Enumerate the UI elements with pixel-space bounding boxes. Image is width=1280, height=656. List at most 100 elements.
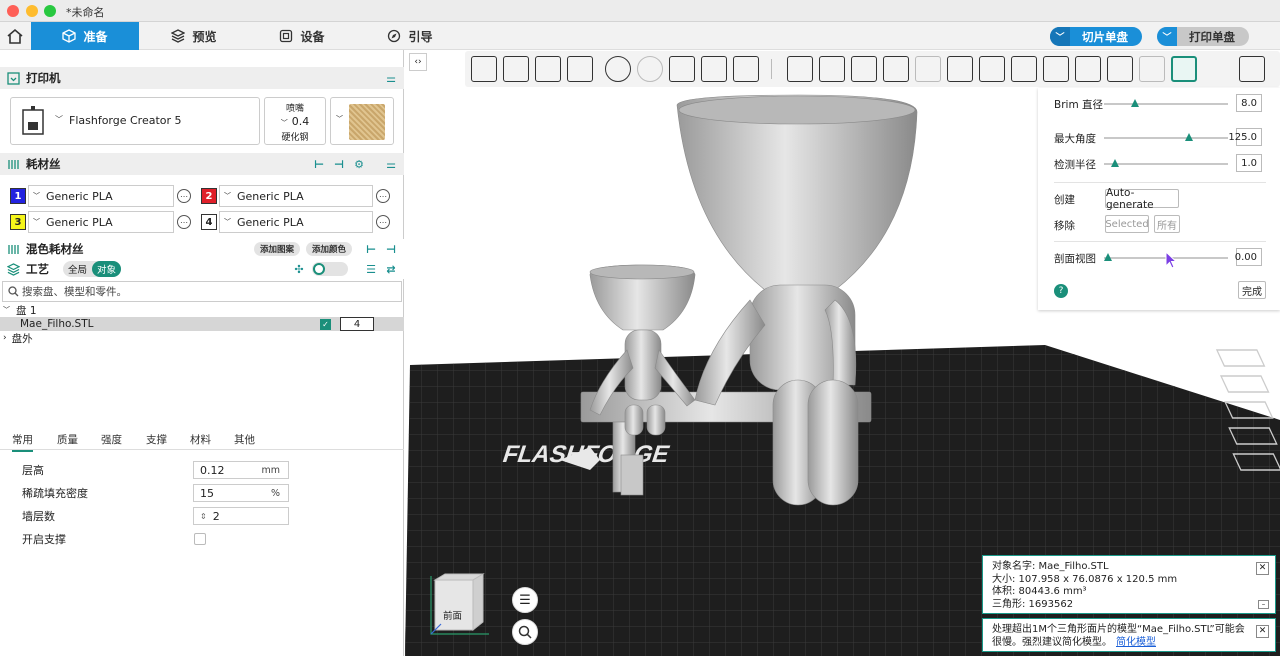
slider-thumb[interactable] xyxy=(1130,99,1139,107)
collapse-icon[interactable]: – xyxy=(1258,600,1269,609)
home-icon[interactable] xyxy=(4,26,26,46)
global-object-toggle[interactable]: 全局 对象 xyxy=(63,261,122,277)
edit-filament-icon[interactable]: ⚙ xyxy=(352,157,366,171)
fuzzy-skin-icon[interactable] xyxy=(1011,56,1037,82)
add-pattern-button[interactable]: 添加图案 xyxy=(253,242,300,256)
tree-object-row[interactable]: Mae_Filho.STL ✓ 4 xyxy=(0,317,404,331)
wall-loops-input[interactable]: ⇕ 2 xyxy=(193,507,289,525)
layers-editing-icon[interactable] xyxy=(733,56,759,82)
list-icon[interactable]: ☰ xyxy=(364,262,378,276)
move-icon[interactable] xyxy=(787,56,813,82)
stepper-icon[interactable]: ⇕ xyxy=(200,512,207,521)
support-paint-icon[interactable] xyxy=(947,56,973,82)
brim-diameter-slider[interactable] xyxy=(1104,99,1228,107)
more-options-icon[interactable]: ⋯ xyxy=(376,189,390,203)
view-cube[interactable]: 前面 xyxy=(430,573,489,635)
zoom-window-button[interactable] xyxy=(44,5,56,17)
assembly-icon[interactable] xyxy=(1139,56,1165,82)
section-view-value[interactable]: 0.00 xyxy=(1235,248,1262,266)
nozzle-selector[interactable]: 喷嘴 ﹀ 0.4 硬化钢 xyxy=(264,97,326,145)
close-icon[interactable]: ✕ xyxy=(1256,562,1269,575)
remove-mixed-icon[interactable]: ⊢ xyxy=(364,242,378,256)
max-angle-value[interactable]: 125.0 xyxy=(1228,128,1262,146)
3d-viewport[interactable]: FLASHFORGE xyxy=(405,50,1280,656)
remove-all-button[interactable]: 所有 xyxy=(1154,215,1180,233)
filament-number-3[interactable]: 3 xyxy=(10,214,26,230)
chevron-down-icon[interactable]: ﹀ xyxy=(1157,27,1177,46)
lay-on-face-icon[interactable] xyxy=(883,56,909,82)
tab-device[interactable]: 设备 xyxy=(248,22,356,50)
slider-thumb[interactable] xyxy=(1185,133,1194,141)
tree-outside-row[interactable]: › 盘外 xyxy=(3,331,33,345)
tree-plate-row[interactable]: ﹀ 盘 1 xyxy=(3,303,37,317)
filament-number-2[interactable]: 2 xyxy=(201,188,217,204)
global-option[interactable]: 全局 xyxy=(63,261,92,277)
text-tool-icon[interactable] xyxy=(1075,56,1101,82)
add-mixed-icon[interactable]: ⊣ xyxy=(384,242,398,256)
layer-height-input[interactable]: 0.12 mm xyxy=(193,461,289,479)
printer-selector[interactable]: ﹀ Flashforge Creator 5 xyxy=(10,97,260,145)
scale-icon[interactable] xyxy=(851,56,877,82)
minimize-window-button[interactable] xyxy=(26,5,38,17)
add-plate-icon[interactable] xyxy=(503,56,529,82)
network-icon[interactable]: ✣ xyxy=(292,262,306,276)
object-filament-index[interactable]: 4 xyxy=(340,317,374,331)
enable-support-checkbox[interactable] xyxy=(194,533,206,545)
build-plate-selector[interactable]: ﹀ xyxy=(330,97,394,145)
add-instance-icon[interactable] xyxy=(605,56,631,82)
filament-select-1[interactable]: ﹀ Generic PLA xyxy=(28,185,174,207)
tab-guide[interactable]: 引导 xyxy=(356,22,464,50)
auto-orient-icon[interactable] xyxy=(535,56,561,82)
infill-input[interactable]: 15% xyxy=(193,484,289,502)
print-plate-button[interactable]: ﹀ 打印单盘 xyxy=(1157,27,1249,46)
cut-icon[interactable] xyxy=(915,56,941,82)
tab-prepare[interactable]: 准备 xyxy=(31,22,139,50)
filament-settings-icon[interactable]: ⚌ xyxy=(384,157,398,171)
remove-selected-button[interactable]: Selected xyxy=(1105,215,1149,233)
arrange-icon[interactable] xyxy=(567,56,593,82)
slider-thumb[interactable] xyxy=(1110,159,1119,167)
settings-sliders-icon[interactable]: ⚌ xyxy=(384,71,398,85)
advanced-toggle[interactable] xyxy=(312,262,348,276)
split-objects-icon[interactable] xyxy=(669,56,695,82)
param-tab-quality[interactable]: 质量 xyxy=(57,432,78,447)
add-object-icon[interactable] xyxy=(471,56,497,82)
color-paint-icon[interactable] xyxy=(1043,56,1069,82)
tab-preview[interactable]: 预览 xyxy=(140,22,248,50)
add-filament-icon[interactable]: ⊣ xyxy=(332,157,346,171)
filament-number-4[interactable]: 4 xyxy=(201,214,217,230)
split-parts-icon[interactable] xyxy=(701,56,727,82)
param-tab-others[interactable]: 其他 xyxy=(234,432,255,447)
simplify-model-link[interactable]: 简化模型 xyxy=(1116,637,1156,648)
done-button[interactable]: 完成 xyxy=(1238,281,1266,299)
max-angle-slider[interactable] xyxy=(1104,133,1228,141)
brim-ears-icon[interactable] xyxy=(1171,56,1197,82)
object-option[interactable]: 对象 xyxy=(92,261,122,277)
auto-generate-button[interactable]: Auto-generate xyxy=(1105,187,1179,211)
remove-instance-icon[interactable] xyxy=(637,56,663,82)
detect-radius-value[interactable]: 1.0 xyxy=(1236,154,1262,172)
collapse-sidebar-icon[interactable]: ‹› xyxy=(409,53,427,71)
close-icon[interactable]: ✕ xyxy=(1256,625,1269,638)
filament-number-1[interactable]: 1 xyxy=(10,188,26,204)
param-tab-common[interactable]: 常用 xyxy=(12,432,33,452)
help-icon[interactable]: ? xyxy=(1054,284,1068,298)
slider-thumb[interactable] xyxy=(1104,253,1112,261)
measure-icon[interactable] xyxy=(1107,56,1133,82)
checkbox-checked-icon[interactable]: ✓ xyxy=(320,319,331,330)
menu-icon[interactable]: ☰ xyxy=(512,587,538,613)
compare-icon[interactable]: ⇄ xyxy=(384,262,398,276)
puzzle-icon[interactable] xyxy=(1239,56,1265,82)
detect-radius-slider[interactable] xyxy=(1104,159,1228,167)
param-tab-material[interactable]: 材料 xyxy=(190,432,211,447)
slice-plate-button[interactable]: ﹀ 切片单盘 xyxy=(1050,27,1142,46)
chevron-down-icon[interactable]: ﹀ xyxy=(1050,27,1070,46)
seam-paint-icon[interactable] xyxy=(979,56,1005,82)
more-options-icon[interactable]: ⋯ xyxy=(376,215,390,229)
filament-select-2[interactable]: ﹀ Generic PLA xyxy=(219,185,373,207)
brim-diameter-value[interactable]: 8.0 xyxy=(1236,94,1262,112)
rotate-icon[interactable] xyxy=(819,56,845,82)
filament-select-4[interactable]: ﹀ Generic PLA xyxy=(219,211,373,233)
remove-filament-icon[interactable]: ⊢ xyxy=(312,157,326,171)
param-tab-strength[interactable]: 强度 xyxy=(101,432,122,447)
